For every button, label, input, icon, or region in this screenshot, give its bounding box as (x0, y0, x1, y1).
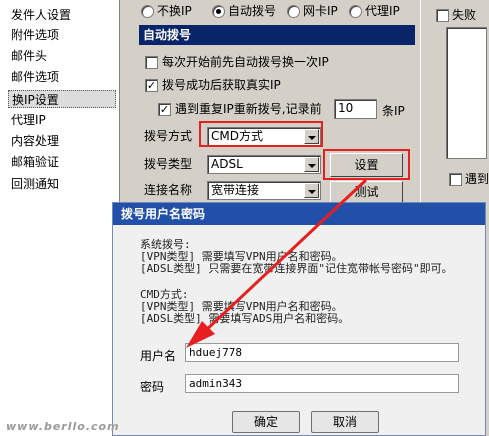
nav-item-mailbox-verification[interactable]: 邮箱验证 (11, 153, 59, 171)
method-highlight-box (199, 121, 323, 147)
nav-item-proxy-ip[interactable]: 代理IP (11, 111, 46, 129)
checkbox-failure-label: 失败 (452, 8, 477, 22)
radio-no-ip-change-label: 不换IP (157, 4, 192, 18)
nav-item-mail-header[interactable]: 邮件头 (11, 47, 47, 65)
dial-type-label: 拨号类型 (144, 157, 193, 171)
settings-highlight-box (323, 149, 410, 180)
password-label: 密码 (140, 380, 165, 394)
dial-type-select[interactable]: ADSL (207, 155, 321, 174)
checkbox-failure[interactable] (436, 9, 449, 22)
right-list-box[interactable] (446, 27, 487, 159)
checkbox-get-real-ip-label: 拨号成功后获取真实IP (162, 78, 281, 92)
dialog-title: 拨号用户名密码 (121, 207, 206, 221)
nav-item-callback-notification[interactable]: 回测通知 (11, 175, 59, 193)
chevron-down-icon[interactable] (304, 183, 319, 198)
nav-item-sender-settings[interactable]: 发件人设置 (11, 6, 71, 24)
system-dial-heading: 系统拨号: (140, 238, 191, 251)
checkbox-get-real-ip[interactable]: ✓ (145, 79, 158, 92)
record-count-unit: 条IP (382, 104, 405, 118)
connection-name-label: 连接名称 (144, 183, 193, 197)
radio-nic-ip[interactable] (287, 5, 300, 18)
ok-button[interactable]: 确定 (232, 411, 300, 433)
test-button[interactable]: 测试 (330, 181, 403, 203)
password-input[interactable]: admin343 (185, 374, 459, 393)
username-input[interactable]: hduej778 (185, 343, 459, 362)
username-label: 用户名 (140, 349, 177, 363)
checkbox-encounter-label: 遇到 (465, 172, 489, 186)
connection-name-value: 宽带连接 (211, 183, 260, 197)
nav-item-mail-options[interactable]: 邮件选项 (11, 68, 59, 86)
dial-method-label: 拨号方式 (144, 129, 193, 143)
nav-item-ip-change-settings[interactable]: 换IP设置 (8, 90, 116, 108)
watermark: www.berllo.com (6, 420, 120, 433)
dial-credentials-dialog: 拨号用户名密码 系统拨号: [VPN类型] 需要填写VPN用户名和密码。 [AD… (112, 202, 486, 436)
cmd-method-adsl-note: [ADSL类型] 需要填写ADS用户名和密码。 (140, 312, 350, 325)
settings-category-list[interactable]: 发件人设置 附件选项 邮件头 邮件选项 换IP设置 代理IP 内容处理 邮箱验证… (0, 0, 120, 436)
checkbox-dial-before-start[interactable] (145, 56, 158, 69)
cmd-method-heading: CMD方式: (140, 288, 189, 301)
connection-name-select[interactable]: 宽带连接 (207, 181, 321, 200)
radio-proxy-ip[interactable] (349, 5, 362, 18)
checkbox-dial-before-start-label: 每次开始前先自动拨号换一次IP (162, 55, 329, 69)
checkbox-redial-duplicate-ip[interactable]: ✓ (158, 103, 171, 116)
radio-proxy-ip-label: 代理IP (365, 4, 400, 18)
chevron-down-icon[interactable] (304, 157, 319, 172)
radio-auto-dial[interactable] (212, 5, 225, 18)
radio-nic-ip-label: 网卡IP (303, 4, 338, 18)
checkbox-redial-duplicate-ip-label: 遇到重复IP重新拨号,记录前 (175, 102, 322, 116)
nav-item-attachment-options[interactable]: 附件选项 (11, 26, 59, 44)
cmd-method-vpn-note: [VPN类型] 需要填写VPN用户名和密码。 (140, 300, 343, 313)
radio-no-ip-change[interactable] (141, 5, 154, 18)
radio-auto-dial-label: 自动拨号 (228, 4, 277, 18)
checkbox-encounter[interactable] (449, 173, 462, 186)
nav-item-content-processing[interactable]: 内容处理 (11, 132, 59, 150)
dial-type-value: ADSL (211, 157, 243, 171)
auto-dial-section-title: 自动拨号 (139, 25, 415, 45)
system-dial-vpn-note: [VPN类型] 需要填写VPN用户名和密码。 (140, 250, 343, 263)
cancel-button[interactable]: 取消 (311, 411, 379, 433)
record-count-input[interactable]: 10 (334, 99, 377, 119)
system-dial-adsl-note: [ADSL类型] 只需要在宽带连接界面"记住宽带帐号密码"即可。 (140, 262, 453, 275)
